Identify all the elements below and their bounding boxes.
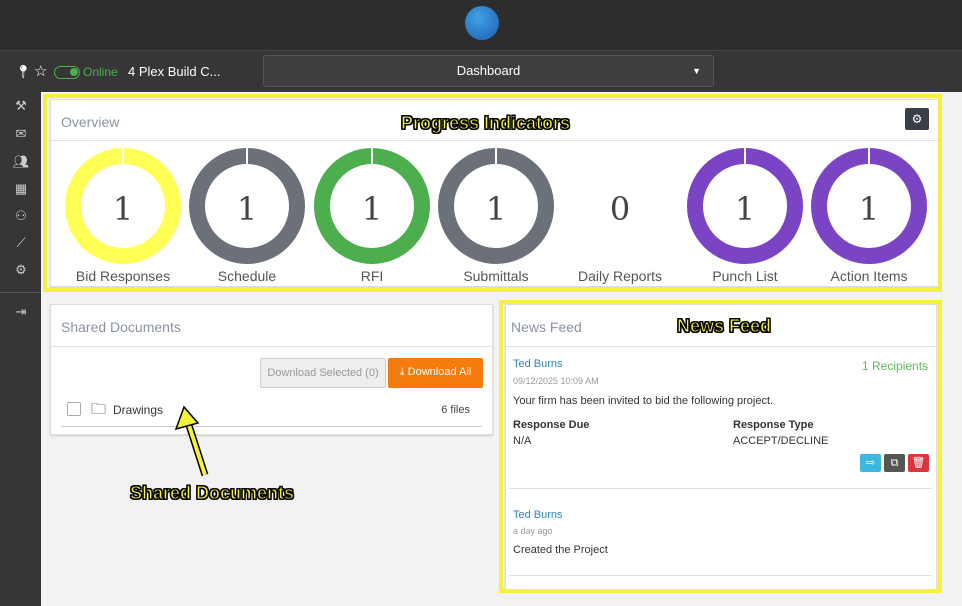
online-status: Online xyxy=(83,65,118,79)
shared-documents-panel: Shared Documents Download Selected (0) ⤓… xyxy=(50,304,493,435)
sidebar: ⚒ ✉ 👥︎ ▦ ⚇ ⟋ ⚙ ⇥ xyxy=(0,92,41,606)
shared-documents-title: Shared Documents xyxy=(61,319,181,335)
progress-annotation: Progress Indicators xyxy=(400,113,571,134)
news-annotation: News Feed xyxy=(676,316,772,337)
download-all-button[interactable]: ⤓ Download All xyxy=(388,358,483,388)
news-highlight xyxy=(499,300,942,593)
divider xyxy=(61,426,482,427)
online-toggle[interactable] xyxy=(54,66,80,79)
calendar-icon[interactable]: ▦ xyxy=(12,181,30,197)
hammer-icon[interactable]: ⚒ xyxy=(12,98,30,114)
app-logo[interactable] xyxy=(465,6,499,40)
folder-icon: 🗀︎ xyxy=(91,401,107,418)
contacts-icon[interactable]: ⚇ xyxy=(12,208,30,224)
download-all-label: Download All xyxy=(407,366,472,378)
annotation-arrow xyxy=(174,405,209,477)
shared-annotation: Shared Documents xyxy=(129,483,295,504)
divider xyxy=(51,346,492,347)
chevron-down-icon: ▼ xyxy=(692,66,701,76)
download-icon: ⤓ xyxy=(399,366,408,378)
location-icon[interactable]: 📍︎ xyxy=(15,64,32,80)
project-name[interactable]: 4 Plex Build C... xyxy=(128,64,221,79)
mail-icon[interactable]: ✉ xyxy=(12,126,30,142)
logout-icon[interactable]: ⇥ xyxy=(12,304,30,320)
team-icon[interactable]: 👥︎ xyxy=(12,154,30,170)
sidebar-divider xyxy=(0,292,41,293)
folder-name[interactable]: Drawings xyxy=(113,403,163,417)
download-selected-button[interactable]: Download Selected (0) xyxy=(260,358,386,388)
star-icon[interactable]: ☆ xyxy=(34,62,47,80)
view-select[interactable]: Dashboard ▼ xyxy=(263,55,714,87)
view-select-value: Dashboard xyxy=(456,63,521,78)
folder-checkbox[interactable] xyxy=(67,402,81,416)
app-header xyxy=(0,0,962,50)
chart-icon[interactable]: ⟋ xyxy=(12,235,30,251)
settings-icon[interactable]: ⚙ xyxy=(12,262,30,278)
project-bar: 📍︎ ☆ Online 4 Plex Build C... Dashboard ▼ xyxy=(0,50,962,92)
folder-file-count: 6 files xyxy=(441,404,470,416)
